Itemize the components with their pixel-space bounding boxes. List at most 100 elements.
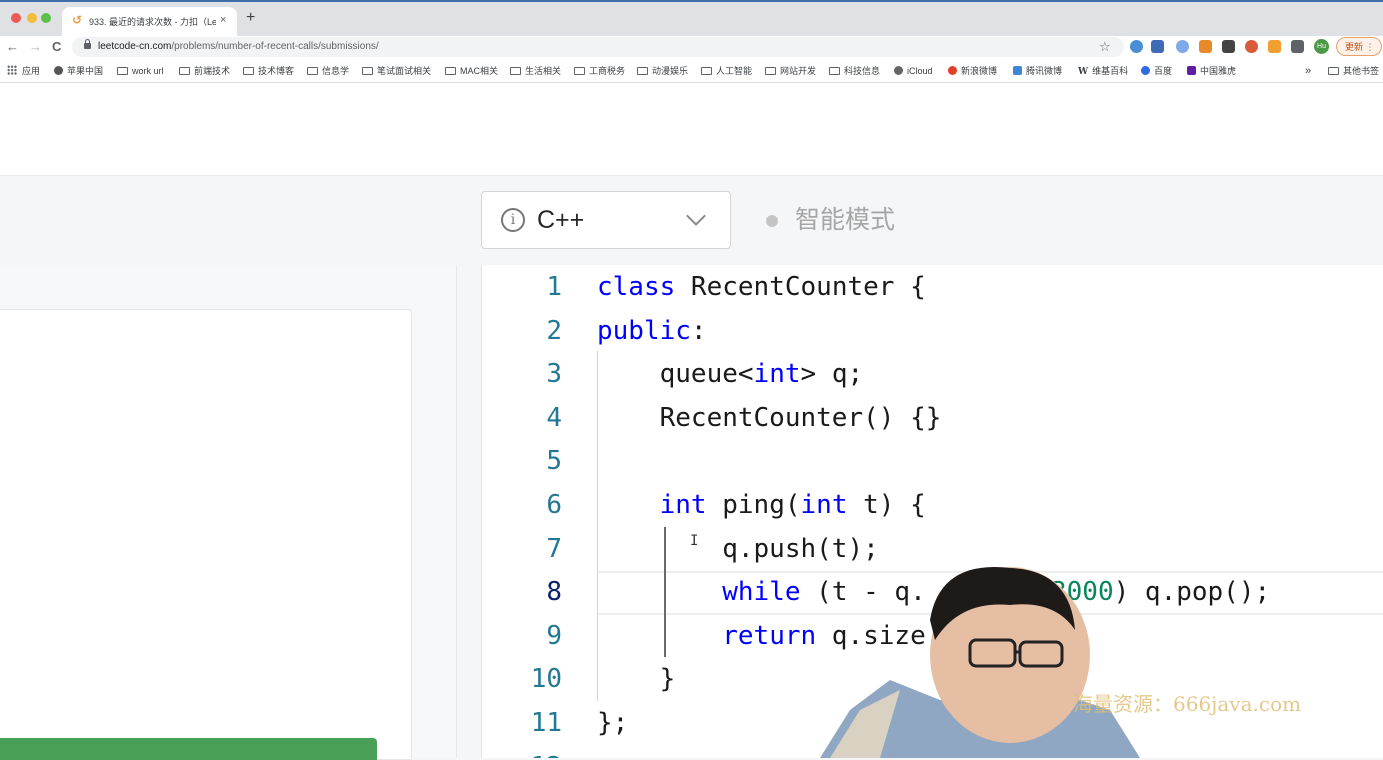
bookmark-mac[interactable]: MAC相关 <box>445 64 498 78</box>
bookmark-tax[interactable]: 工商税务 <box>574 64 625 78</box>
watermark: 海量资源：666java.com <box>1073 692 1302 716</box>
bookmark-weibo[interactable]: 新浪微博 <box>948 64 997 78</box>
bookmark-anime[interactable]: 动漫娱乐 <box>637 64 688 78</box>
line-number: 1 <box>546 272 562 302</box>
extension-off-icon[interactable] <box>1151 40 1164 53</box>
bookmark-frontend[interactable]: 前端技术 <box>179 64 230 78</box>
code-text: } <box>597 657 676 701</box>
info-icon[interactable]: i <box>501 208 525 232</box>
bookmark-tech-info[interactable]: 科技信息 <box>829 64 880 78</box>
folder-icon <box>445 67 456 75</box>
bookmark-informatics[interactable]: 信息学 <box>307 64 349 78</box>
bookmark-label: 腾讯微博 <box>1026 66 1063 76</box>
extension-orange-icon[interactable] <box>1268 40 1281 53</box>
reload-icon[interactable]: C <box>52 39 61 55</box>
bookmark-label: 新浪微博 <box>961 66 998 76</box>
apple-icon <box>894 66 903 75</box>
menu-dots-icon[interactable]: ⋮ <box>1366 42 1375 52</box>
bookmark-label: 维基百科 <box>1092 66 1129 76</box>
folder-icon <box>243 67 254 75</box>
tab-close-icon[interactable]: × <box>220 13 226 27</box>
keyword-token: class <box>597 272 676 302</box>
submit-button[interactable] <box>0 738 377 760</box>
extension-shield-icon[interactable] <box>1176 40 1189 53</box>
line-number: 9 <box>546 620 562 651</box>
metamask-fox-icon[interactable] <box>1199 40 1212 53</box>
back-arrow-icon[interactable]: ← <box>6 39 19 55</box>
extension-red-icon[interactable] <box>1245 40 1258 53</box>
close-window-button[interactable] <box>11 13 21 23</box>
bookmark-label: 生活相关 <box>525 66 562 76</box>
zoom-window-button[interactable] <box>41 13 51 23</box>
update-button[interactable]: 更新 ⋮ <box>1336 37 1382 56</box>
bookmark-label: 百度 <box>1154 66 1173 76</box>
bookmark-baidu[interactable]: 百度 <box>1141 64 1172 78</box>
bookmark-label: MAC相关 <box>460 66 498 76</box>
bookmark-label: 技术博客 <box>258 66 295 76</box>
active-tab[interactable]: ↺ 933. 最近的请求次数 - 力扣（Le × <box>62 7 237 36</box>
bookmark-apps[interactable]: 应用 <box>22 64 40 78</box>
bookmark-tech-blog[interactable]: 技术博客 <box>243 64 294 78</box>
extension-blue-icon[interactable] <box>1130 40 1143 53</box>
language-select[interactable]: i C++ <box>481 191 731 249</box>
code-token: : <box>690 315 707 346</box>
bookmark-label: 信息学 <box>322 66 350 76</box>
bookmark-label: 动漫娱乐 <box>652 66 689 76</box>
code-line[interactable]: 1 class RecentCounter { <box>482 265 1383 309</box>
code-line[interactable]: 6 int ping(int t) { <box>482 483 1383 527</box>
line-number: 5 <box>546 446 562 477</box>
yahoo-icon <box>1187 66 1196 75</box>
code-line[interactable]: 4 RecentCounter() {} <box>482 396 1383 440</box>
bookmarks-overflow-chevron[interactable]: » <box>1305 64 1311 78</box>
leetcode-favicon-icon: ↺ <box>72 13 83 27</box>
apps-grid-icon[interactable] <box>7 65 17 75</box>
browser-tab-strip: ↺ 933. 最近的请求次数 - 力扣（Le × + <box>0 0 1383 36</box>
url-path: /problems/number-of-recent-calls/submiss… <box>171 41 379 52</box>
keyword-token: while <box>722 577 801 608</box>
smart-mode-dot-icon[interactable] <box>766 215 778 227</box>
bookmark-tencent-weibo[interactable]: 腾讯微博 <box>1013 64 1062 78</box>
code-line[interactable]: 3 queue<int> q; <box>482 352 1383 396</box>
extension-dark-icon[interactable] <box>1222 40 1235 53</box>
code-text: class RecentCounter { <box>597 265 926 309</box>
lock-icon <box>84 39 91 50</box>
url-host: leetcode-cn.com <box>98 41 172 52</box>
folder-icon <box>117 67 128 75</box>
bookmark-star-icon[interactable]: ☆ <box>1099 39 1111 55</box>
bookmark-life[interactable]: 生活相关 <box>510 64 561 78</box>
other-bookmarks[interactable]: 其他书签 <box>1328 64 1379 78</box>
wikipedia-icon: W <box>1078 67 1089 77</box>
code-line[interactable]: 2 public: <box>482 309 1383 353</box>
profile-avatar[interactable]: Hu <box>1314 39 1329 54</box>
submission-card <box>0 309 412 760</box>
bookmarks-bar: 应用 苹果中国 work url 前端技术 技术博客 信息学 笔试面试相关 MA… <box>0 60 1383 83</box>
address-bar[interactable]: leetcode-cn.com/problems/number-of-recen… <box>72 37 1124 57</box>
bookmark-ai[interactable]: 人工智能 <box>701 64 752 78</box>
bookmark-label: work url <box>132 66 164 76</box>
folder-icon <box>1328 67 1339 75</box>
line-number: 3 <box>546 359 562 390</box>
forward-arrow-icon[interactable]: → <box>29 39 42 55</box>
smart-mode-label[interactable]: 智能模式 <box>795 204 895 236</box>
code-token: t) { <box>847 490 926 520</box>
bookmark-icloud[interactable]: iCloud <box>894 64 933 78</box>
keyword-token: public <box>597 315 691 346</box>
bookmark-label: 人工智能 <box>716 66 753 76</box>
update-label: 更新 <box>1345 42 1364 52</box>
bookmark-apple-china[interactable]: 苹果中国 <box>54 64 103 78</box>
folder-icon <box>765 67 776 75</box>
extensions-puzzle-icon[interactable] <box>1291 40 1304 53</box>
new-tab-button[interactable]: + <box>246 9 255 27</box>
line-number: 7 <box>546 533 562 564</box>
code-token: > q; <box>800 359 864 390</box>
minimize-window-button[interactable] <box>27 13 37 23</box>
bookmark-wikipedia[interactable]: W 维基百科 <box>1078 64 1128 78</box>
code-token: ping( <box>706 490 801 520</box>
code-line[interactable]: 5 <box>482 439 1383 483</box>
bookmark-work-url[interactable]: work url <box>117 64 164 78</box>
bookmark-interview[interactable]: 笔试面试相关 <box>362 64 431 78</box>
bookmark-yahoo-china[interactable]: 中国雅虎 <box>1187 64 1236 78</box>
bookmark-label: 苹果中国 <box>67 66 104 76</box>
bookmark-web-dev[interactable]: 网站开发 <box>765 64 816 78</box>
